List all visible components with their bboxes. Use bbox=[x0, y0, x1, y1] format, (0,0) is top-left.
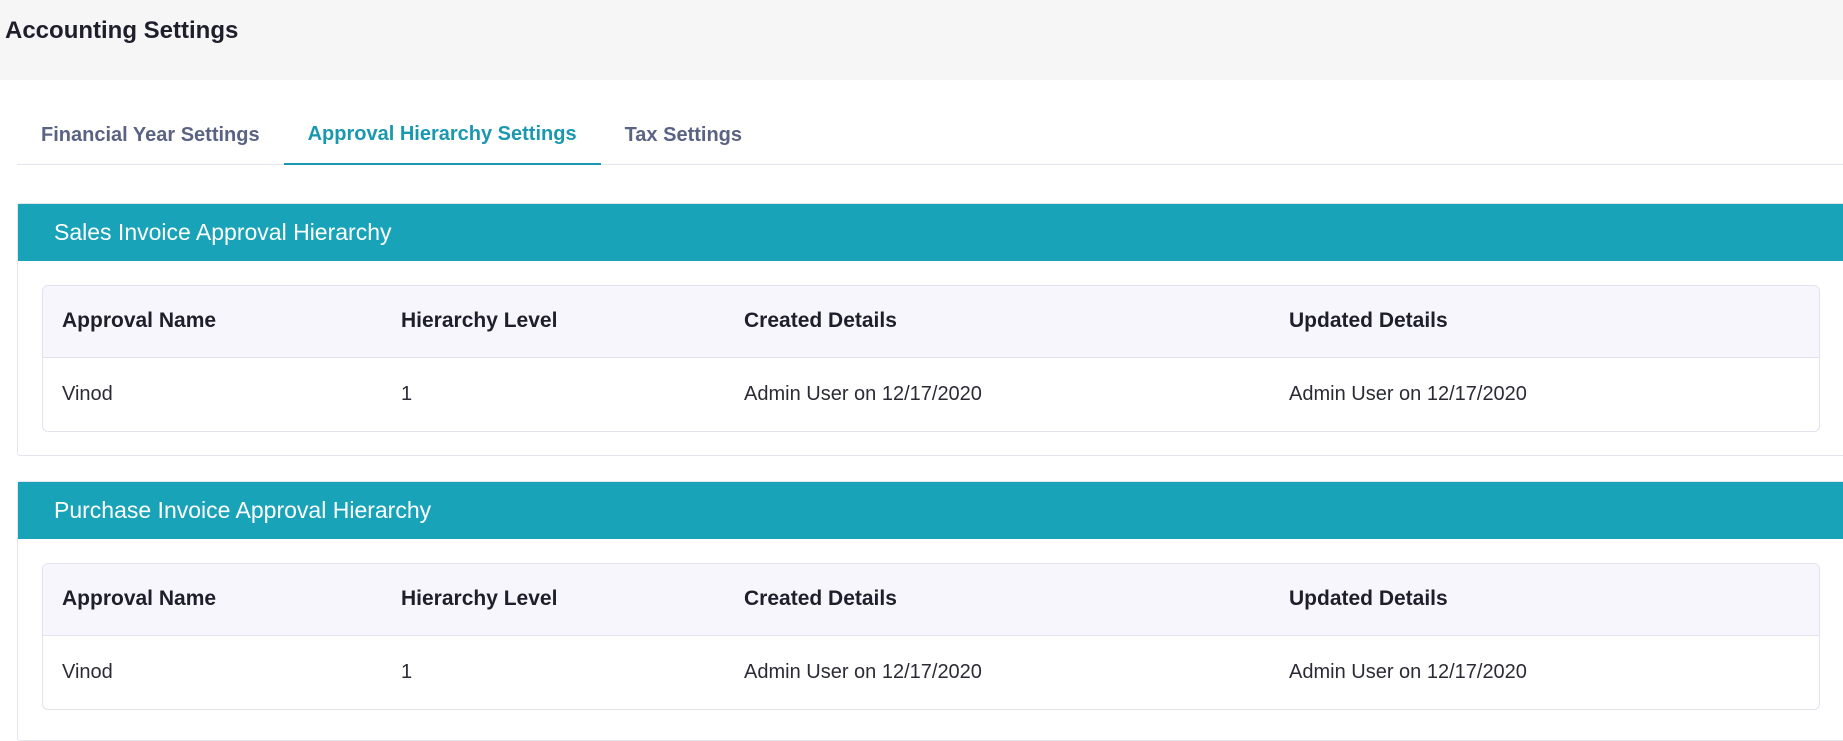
column-header-updated-details: Updated Details bbox=[1270, 564, 1819, 636]
created-details-cell: Admin User on 12/17/2020 bbox=[744, 660, 982, 683]
hierarchy-level-cell: 1 bbox=[401, 382, 413, 405]
column-header-approval-name: Approval Name bbox=[43, 286, 382, 358]
column-header-created-details: Created Details bbox=[725, 564, 1270, 636]
table-header-row: Approval Name Hierarchy Level Created De… bbox=[43, 286, 1819, 358]
page-title: Accounting Settings bbox=[5, 17, 239, 44]
column-header-approval-name: Approval Name bbox=[43, 564, 382, 636]
tab-tax-settings[interactable]: Tax Settings bbox=[601, 106, 766, 165]
created-details-cell: Admin User on 12/17/2020 bbox=[744, 382, 982, 405]
approval-table: Approval Name Hierarchy Level Created De… bbox=[42, 285, 1820, 432]
updated-details-cell: Admin User on 12/17/2020 bbox=[1289, 382, 1527, 405]
approval-name-cell: Vinod bbox=[62, 660, 113, 683]
column-header-hierarchy-level: Hierarchy Level bbox=[382, 564, 725, 636]
section-title: Purchase Invoice Approval Hierarchy bbox=[18, 482, 1843, 539]
purchase-invoice-approval-section: Purchase Invoice Approval Hierarchy Appr… bbox=[17, 481, 1843, 741]
updated-details-cell: Admin User on 12/17/2020 bbox=[1289, 660, 1527, 683]
tab-approval-hierarchy-settings[interactable]: Approval Hierarchy Settings bbox=[283, 106, 601, 165]
table-row: Vinod 1 Admin User on 12/17/2020 Admin U… bbox=[43, 357, 1819, 431]
section-title: Sales Invoice Approval Hierarchy bbox=[18, 204, 1843, 261]
column-header-created-details: Created Details bbox=[725, 286, 1270, 358]
approval-table: Approval Name Hierarchy Level Created De… bbox=[42, 563, 1820, 710]
column-header-hierarchy-level: Hierarchy Level bbox=[382, 286, 725, 358]
settings-tabs: Financial Year Settings Approval Hierarc… bbox=[17, 106, 1843, 165]
tab-financial-year-settings[interactable]: Financial Year Settings bbox=[17, 106, 284, 165]
approval-name-cell: Vinod bbox=[62, 382, 113, 405]
hierarchy-level-cell: 1 bbox=[401, 660, 413, 683]
table-header-row: Approval Name Hierarchy Level Created De… bbox=[43, 564, 1819, 636]
page-header: Accounting Settings bbox=[0, 0, 1843, 80]
table-row: Vinod 1 Admin User on 12/17/2020 Admin U… bbox=[43, 635, 1819, 709]
sales-invoice-approval-section: Sales Invoice Approval Hierarchy Approva… bbox=[17, 203, 1843, 456]
column-header-updated-details: Updated Details bbox=[1270, 286, 1819, 358]
